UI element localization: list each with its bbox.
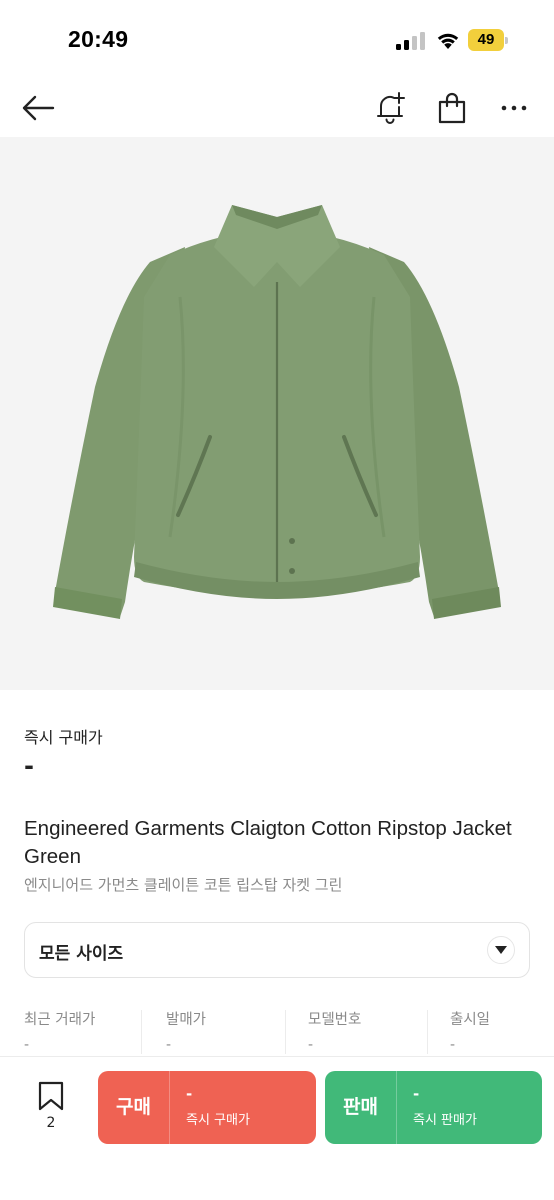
product-stats: 최근 거래가 - 발매가 - 모델번호 - 출시일 - [0, 1008, 554, 1060]
instant-price-label: 즉시 구매가 [24, 728, 103, 747]
stat-recent-price: 최근 거래가 - [24, 1008, 95, 1060]
battery-indicator: 49 [468, 29, 508, 51]
stat-value: - [308, 1037, 314, 1053]
buy-button[interactable]: 구매 - 즉시 구매가 [98, 1071, 316, 1144]
stat-label: 발매가 [166, 1012, 207, 1028]
more-button[interactable] [494, 88, 534, 128]
price-alert-button[interactable] [370, 88, 410, 128]
product-image[interactable] [0, 137, 554, 690]
wishlist-button[interactable]: 2 [30, 1081, 72, 1141]
size-select[interactable]: 모든 사이즈 [24, 922, 530, 978]
bookmark-icon [38, 1081, 64, 1111]
stat-divider [285, 1010, 286, 1054]
sell-button[interactable]: 판매 - 즉시 판매가 [325, 1071, 542, 1144]
nav-bar [0, 80, 554, 136]
size-select-label: 모든 사이즈 [39, 944, 124, 964]
stat-value: - [166, 1037, 172, 1053]
buy-button-subtitle: 즉시 구매가 [186, 1113, 250, 1128]
bell-plus-icon [377, 92, 405, 124]
stat-release-price: 발매가 - [166, 1008, 206, 1060]
instant-price-value: - [24, 752, 34, 780]
product-title-korean: 엔지니어드 가먼츠 클레이튼 코튼 립스탑 자켓 그린 [24, 876, 343, 894]
wishlist-count: 2 [46, 1115, 56, 1131]
more-horizontal-icon [501, 105, 527, 111]
stat-release-date: 출시일 - [450, 1008, 490, 1060]
battery-level: 49 [477, 31, 495, 48]
wifi-icon [437, 33, 459, 49]
sell-button-label: 판매 [325, 1071, 397, 1144]
stat-model-number: 모델번호 - [308, 1008, 361, 1060]
stat-label: 모델번호 [308, 1012, 362, 1028]
status-time: 20:49 [68, 26, 129, 52]
shopping-bag-icon [438, 92, 466, 124]
sell-button-price: - [413, 1085, 420, 1103]
jacket-illustration [53, 205, 501, 619]
cellular-signal-icon [396, 32, 425, 50]
buy-button-label: 구매 [98, 1071, 170, 1144]
stat-label: 최근 거래가 [24, 1012, 96, 1028]
stat-value: - [450, 1037, 456, 1053]
status-bar: 20:49 49 [0, 0, 554, 80]
sell-button-subtitle: 즉시 판매가 [413, 1113, 477, 1128]
bottom-action-bar: 2 구매 - 즉시 구매가 판매 - 즉시 판매가 [0, 1056, 554, 1200]
chevron-down-icon [487, 936, 515, 964]
back-button[interactable] [18, 88, 58, 128]
arrow-left-icon [22, 95, 55, 121]
battery-cap [505, 37, 508, 44]
shopping-bag-button[interactable] [432, 88, 472, 128]
stat-divider [427, 1010, 428, 1054]
stat-label: 출시일 [450, 1012, 491, 1028]
stat-divider [141, 1010, 142, 1054]
stat-value: - [24, 1037, 30, 1053]
buy-button-price: - [186, 1085, 193, 1103]
product-title: Engineered Garments Claigton Cotton Rips… [24, 817, 512, 868]
